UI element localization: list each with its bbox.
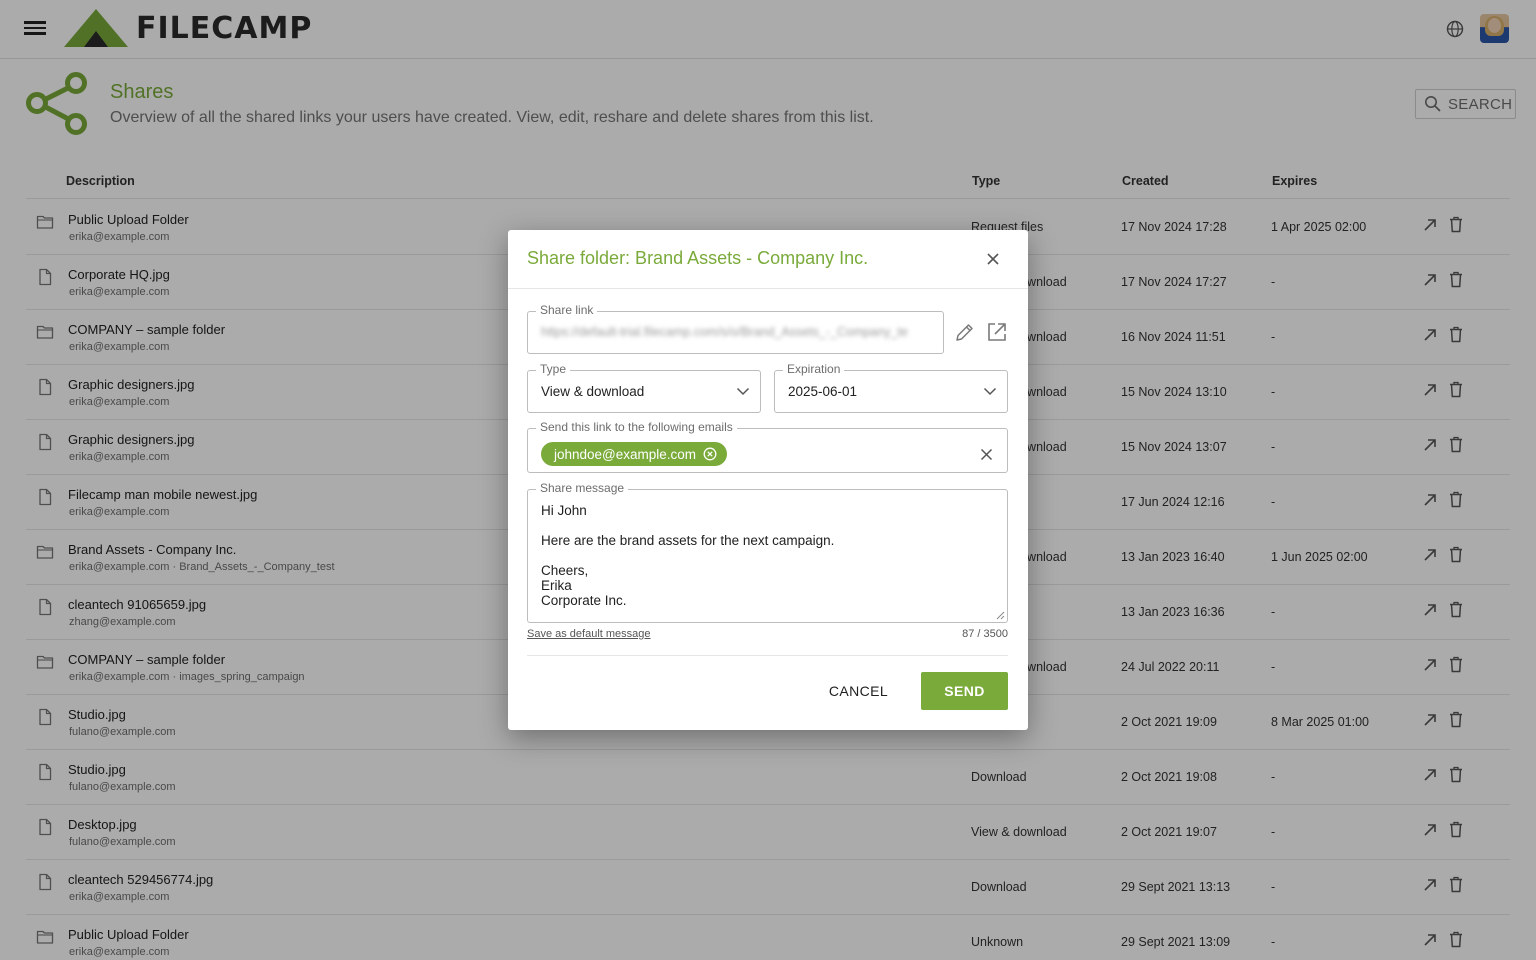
share-link-value[interactable]: https://default-trial.filecamp.com/s/o/B… [541, 325, 931, 339]
save-default-message-link[interactable]: Save as default message [527, 628, 651, 640]
share-link-field[interactable]: Share link https://default-trial.filecam… [527, 303, 944, 354]
chevron-down-icon [983, 387, 997, 396]
recipient-emails-field[interactable]: Send this link to the following emails j… [527, 420, 1008, 473]
divider [508, 288, 1028, 289]
email-chip-text: johndoe@example.com [554, 446, 697, 462]
expiration-label: Expiration [783, 362, 845, 376]
share-message-textarea[interactable]: Share message Hi John Here are the brand… [527, 481, 1008, 623]
share-folder-dialog: Share folder: Brand Assets - Company Inc… [508, 230, 1028, 730]
share-link-label: Share link [536, 303, 598, 317]
type-label: Type [536, 362, 571, 376]
open-external-icon[interactable] [986, 321, 1008, 343]
close-icon[interactable] [984, 250, 1002, 268]
edit-pencil-icon[interactable] [954, 322, 975, 343]
resize-handle-icon[interactable] [996, 611, 1005, 620]
chevron-down-icon [736, 387, 750, 396]
remove-chip-icon[interactable] [703, 447, 717, 461]
message-label: Share message [536, 481, 629, 495]
email-chip[interactable]: johndoe@example.com [541, 442, 728, 466]
send-button[interactable]: SEND [921, 672, 1008, 710]
message-text[interactable]: Hi John Here are the brand assets for th… [541, 503, 834, 608]
character-counter: 87 / 3500 [962, 628, 1008, 640]
clear-emails-icon[interactable] [980, 448, 993, 461]
expiration-select[interactable]: Expiration 2025-06-01 [774, 362, 1008, 413]
dialog-title: Share folder: Brand Assets - Company Inc… [527, 248, 869, 268]
divider [527, 655, 1008, 656]
emails-label: Send this link to the following emails [536, 420, 737, 434]
expiration-value: 2025-06-01 [788, 384, 858, 399]
cancel-button[interactable]: CANCEL [820, 672, 897, 710]
type-select[interactable]: Type View & download [527, 362, 761, 413]
type-value: View & download [541, 384, 645, 399]
